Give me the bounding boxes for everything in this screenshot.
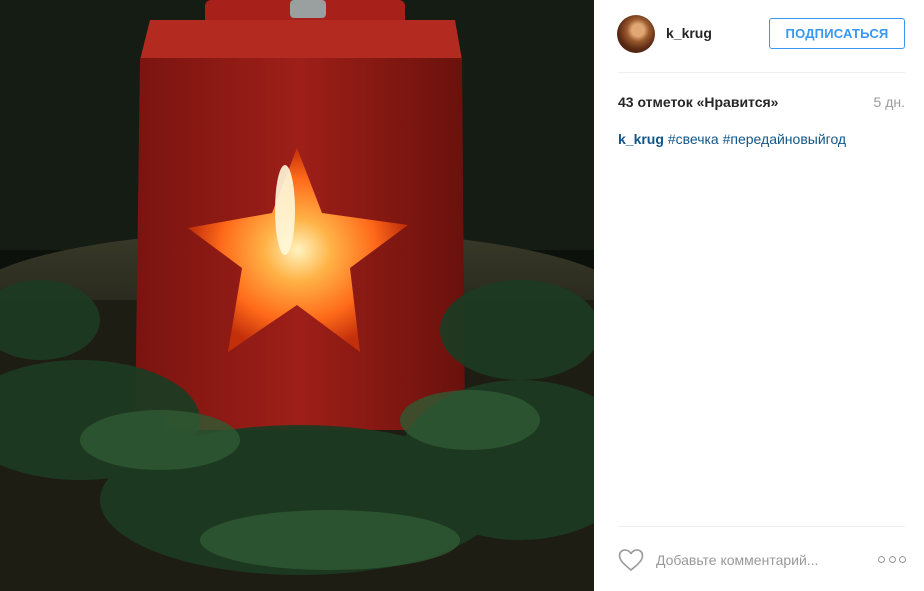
- dot-icon: [888, 555, 896, 563]
- caption: k_krug #свечка #передайновыйгод: [618, 131, 846, 147]
- follow-button[interactable]: ПОДПИСАТЬСЯ: [769, 18, 905, 49]
- post-time[interactable]: 5 дн.: [874, 94, 905, 110]
- likes-count[interactable]: 43 отметок «Нравится»: [618, 94, 778, 110]
- dot-icon: [899, 555, 906, 563]
- divider: [618, 72, 905, 73]
- dot-icon: [878, 555, 885, 563]
- post-sidebar: k_krug ПОДПИСАТЬСЯ 43 отметок «Нравится»…: [594, 0, 924, 591]
- post-header: k_krug ПОДПИСАТЬСЯ: [594, 0, 924, 72]
- hashtag-link[interactable]: #свечка: [668, 131, 719, 147]
- lantern-photo-image: [0, 0, 594, 591]
- comment-input[interactable]: [656, 549, 856, 571]
- divider: [618, 526, 905, 527]
- hashtag-link[interactable]: #передайновыйгод: [723, 131, 846, 147]
- heart-icon[interactable]: [618, 548, 644, 572]
- more-options-icon[interactable]: [878, 552, 906, 566]
- avatar[interactable]: [617, 15, 655, 53]
- caption-username[interactable]: k_krug: [618, 131, 664, 147]
- post-photo[interactable]: [0, 0, 594, 591]
- author-username[interactable]: k_krug: [666, 25, 712, 41]
